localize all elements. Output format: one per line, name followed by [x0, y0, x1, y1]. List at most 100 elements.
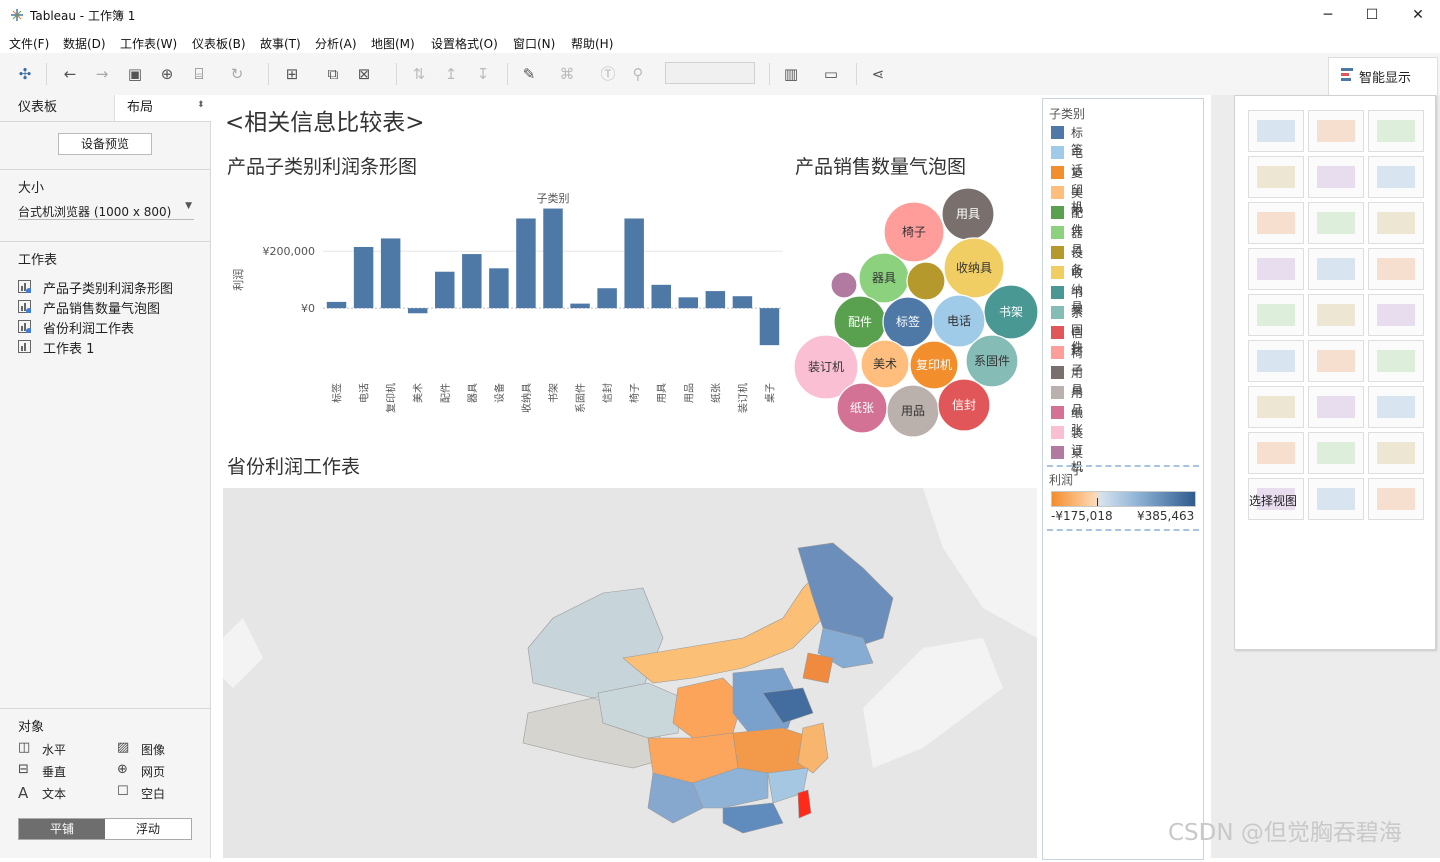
chart-type-thumbnail[interactable] — [1248, 110, 1304, 152]
fit-icon[interactable]: ▥ — [780, 63, 802, 85]
sort-desc-icon[interactable]: ↧ — [472, 63, 494, 85]
chart-type-thumbnail[interactable] — [1368, 386, 1424, 428]
chart-type-thumbnail[interactable] — [1248, 340, 1304, 382]
smart-show-tab[interactable]: 智能显示 — [1328, 57, 1438, 95]
menu-data[interactable]: 数据(D) — [63, 35, 106, 52]
x-tick-label: 用品 — [683, 383, 695, 403]
menu-format[interactable]: 设置格式(O) — [431, 35, 498, 52]
highlight-icon[interactable]: ✎ — [518, 63, 540, 85]
x-tick-label: 器具 — [467, 383, 479, 403]
bubble-label: 系固件 — [974, 354, 1010, 368]
objects-label: 对象 — [18, 720, 45, 735]
menu-file[interactable]: 文件(F) — [9, 35, 49, 52]
menu-help[interactable]: 帮助(H) — [571, 35, 613, 52]
share-icon[interactable]: ⋖ — [867, 63, 889, 85]
chart-type-thumbnail[interactable] — [1308, 386, 1364, 428]
worksheet-icon — [18, 280, 31, 293]
chart-type-thumbnail[interactable] — [1248, 386, 1304, 428]
minimize-button[interactable]: ─ — [1305, 0, 1351, 31]
bubble-label: 用具 — [956, 207, 980, 221]
thumbnail-preview — [1377, 120, 1415, 142]
bar — [489, 268, 509, 309]
tile-button[interactable]: 平铺 — [19, 819, 105, 839]
thumbnail-preview — [1377, 304, 1415, 326]
chart-type-thumbnail[interactable] — [1368, 248, 1424, 290]
chart-type-thumbnail[interactable] — [1308, 294, 1364, 336]
bubble-label: 美术 — [873, 357, 897, 371]
chart-type-thumbnail[interactable] — [1248, 248, 1304, 290]
redo-icon[interactable]: → — [91, 63, 113, 85]
bubble-chart[interactable]: 用具椅子收纳具器具书架配件 标签 电话系固件 装订机 美术 复印机纸张 用品 信封 — [788, 180, 1038, 445]
province-map[interactable] — [223, 488, 1037, 858]
x-tick-label: 收纳具 — [520, 383, 533, 413]
pause-updates-icon[interactable]: ⌸ — [188, 63, 210, 85]
x-tick-label: 信封 — [601, 383, 614, 403]
menu-dashboard[interactable]: 仪表板(B) — [192, 35, 246, 52]
chart-type-thumbnail[interactable] — [1368, 432, 1424, 474]
menu-map[interactable]: 地图(M) — [371, 35, 415, 52]
new-datasource-icon[interactable]: ⊕ — [156, 63, 178, 85]
float-button[interactable]: 浮动 — [105, 819, 191, 839]
label-icon[interactable]: Ⓣ — [597, 63, 619, 85]
swap-axes-icon[interactable]: ⇅ — [408, 63, 430, 85]
bar-chart[interactable]: 子类别利润 ¥0 ¥200,000 标签 电话 复印机 美术 配件 器具 设备 收纳具 书架 系固件 信封… — [223, 185, 788, 425]
bar — [326, 301, 347, 309]
pin-icon[interactable]: ⚲ — [627, 63, 649, 85]
refresh-icon[interactable]: ↻ — [226, 63, 248, 85]
thumbnail-preview — [1257, 304, 1295, 326]
menu-worksheet[interactable]: 工作表(W) — [120, 35, 177, 52]
chart-type-thumbnail[interactable] — [1248, 294, 1304, 336]
chart-type-thumbnail[interactable] — [1368, 156, 1424, 198]
bubble-label: 信封 — [952, 398, 976, 412]
profit-min-label: -¥175,018 — [1051, 509, 1113, 523]
group-icon[interactable]: ⌘ — [556, 63, 578, 85]
chart-type-thumbnail[interactable] — [1368, 202, 1424, 244]
chart-type-thumbnail[interactable] — [1308, 432, 1364, 474]
tab-dashboard[interactable]: 仪表板 — [18, 95, 57, 121]
legend-divider — [1047, 529, 1199, 531]
thumbnail-preview — [1257, 396, 1295, 418]
bar — [759, 308, 780, 346]
chart-type-thumbnail[interactable] — [1248, 156, 1304, 198]
chart-type-thumbnail[interactable] — [1368, 478, 1424, 520]
menu-window[interactable]: 窗口(N) — [513, 35, 555, 52]
bubble-label: 装订机 — [808, 360, 844, 374]
close-button[interactable]: ✕ — [1395, 0, 1440, 31]
title-bar: Tableau - 工作簿 1 ─ ☐ ✕ — [0, 0, 1440, 32]
undo-icon[interactable]: ← — [59, 63, 81, 85]
thumbnail-preview — [1257, 212, 1295, 234]
maximize-button[interactable]: ☐ — [1349, 0, 1395, 31]
duplicate-sheet-icon[interactable]: ⧉ — [322, 63, 344, 85]
chart-type-thumbnail[interactable] — [1308, 340, 1364, 382]
chart-type-thumbnail[interactable] — [1368, 340, 1424, 382]
menu-story[interactable]: 故事(T) — [260, 35, 301, 52]
thumbnail-preview — [1377, 258, 1415, 280]
sort-asc-icon[interactable]: ↥ — [440, 63, 462, 85]
bar — [597, 288, 617, 309]
save-icon[interactable]: ▣ — [124, 63, 146, 85]
worksheet-icon — [18, 300, 31, 313]
fit-dropdown[interactable] — [665, 62, 755, 84]
clear-sheet-icon[interactable]: ⊠ — [353, 63, 375, 85]
chart-type-thumbnail[interactable] — [1248, 202, 1304, 244]
chart-type-thumbnail[interactable] — [1308, 202, 1364, 244]
chart-type-thumbnail[interactable] — [1308, 478, 1364, 520]
chart-type-thumbnail[interactable] — [1308, 156, 1364, 198]
device-preview-button[interactable]: 设备预览 — [58, 133, 152, 155]
bar — [732, 296, 753, 309]
chart-type-thumbnail[interactable] — [1308, 248, 1364, 290]
new-worksheet-icon[interactable]: ⊞ — [281, 63, 303, 85]
tab-layout-container[interactable]: 布局 ⬍ — [114, 95, 211, 121]
chart-type-thumbnail[interactable] — [1308, 110, 1364, 152]
tableau-home-icon[interactable]: ✣ — [14, 63, 36, 85]
presentation-icon[interactable]: ▭ — [820, 63, 842, 85]
text-icon: A — [18, 784, 29, 802]
chart-type-thumbnail[interactable] — [1368, 110, 1424, 152]
chart-type-thumbnail[interactable] — [1248, 432, 1304, 474]
bubble-label: 纸张 — [850, 401, 874, 415]
bar — [543, 208, 563, 309]
chart-type-thumbnail[interactable] — [1368, 294, 1424, 336]
bar — [462, 254, 482, 309]
size-dropdown[interactable]: 台式机浏览器 (1000 x 800) ▼ — [18, 201, 194, 220]
menu-analysis[interactable]: 分析(A) — [315, 35, 357, 52]
